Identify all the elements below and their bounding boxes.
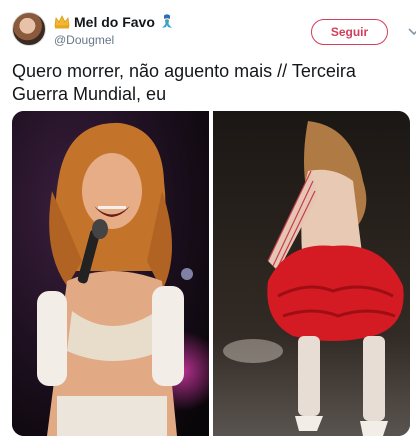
chevron-down-icon[interactable] — [408, 27, 416, 37]
photo-right[interactable] — [213, 111, 410, 436]
avatar[interactable] — [12, 12, 46, 46]
stage-dancer-photo-icon — [213, 111, 410, 436]
tweet-text: Quero morrer, não aguento mais // Tercei… — [12, 61, 356, 104]
tweet-header: Mel do Favo @Dougmel Seguir — [12, 10, 416, 50]
display-name-row: Mel do Favo — [54, 13, 175, 31]
display-name: Mel do Favo — [74, 14, 155, 30]
follow-button[interactable]: Seguir — [311, 19, 388, 45]
concert-singer-photo-icon — [12, 111, 209, 436]
user-names[interactable]: Mel do Favo @Dougmel — [54, 13, 175, 47]
tweet-card: Mel do Favo @Dougmel Seguir Quero morrer… — [0, 0, 416, 440]
crown-icon — [54, 15, 70, 29]
media-grid — [12, 111, 410, 436]
user-handle: @Dougmel — [54, 33, 115, 47]
photo-left[interactable] — [12, 111, 209, 436]
mermaid-icon — [161, 14, 172, 28]
